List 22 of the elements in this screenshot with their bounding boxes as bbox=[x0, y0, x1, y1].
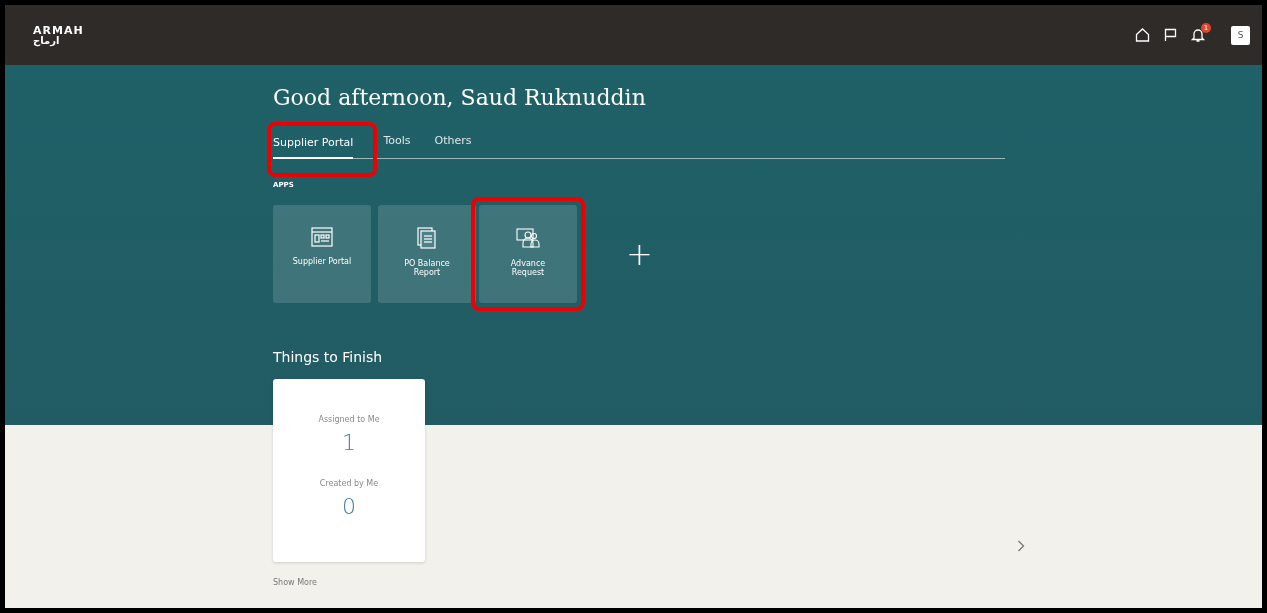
flag-icon[interactable] bbox=[1164, 28, 1177, 42]
app-tile[interactable]: PO Balance Report bbox=[378, 205, 476, 303]
greeting-heading: Good afternoon, Saud Ruknuddin bbox=[273, 85, 647, 110]
summary-card[interactable]: Assigned to Me 1 Created by Me 0 bbox=[273, 379, 425, 562]
add-button[interactable]: + bbox=[626, 235, 653, 273]
section-heading: Things to Finish bbox=[273, 349, 384, 365]
app-tile[interactable]: Supplier Portal bbox=[273, 205, 371, 303]
browser-window-icon bbox=[311, 227, 333, 247]
metric-value: 0 bbox=[342, 494, 356, 519]
app-tile[interactable]: Advance Request bbox=[479, 205, 577, 303]
document-icon bbox=[417, 227, 437, 249]
user-avatar[interactable]: S bbox=[1231, 25, 1250, 45]
tab[interactable]: Supplier Portal bbox=[273, 129, 354, 159]
home-icon[interactable] bbox=[1135, 28, 1150, 42]
chevron-right-icon[interactable] bbox=[1017, 540, 1025, 552]
metric-label: Assigned to Me bbox=[318, 415, 380, 424]
show-more-link[interactable]: Show More bbox=[273, 578, 1262, 587]
people-group-icon bbox=[516, 227, 540, 249]
tab[interactable]: Others bbox=[434, 127, 472, 157]
tab[interactable]: Tools bbox=[383, 127, 411, 157]
metric-label: Created by Me bbox=[319, 479, 379, 488]
metric-value: 1 bbox=[342, 430, 356, 455]
